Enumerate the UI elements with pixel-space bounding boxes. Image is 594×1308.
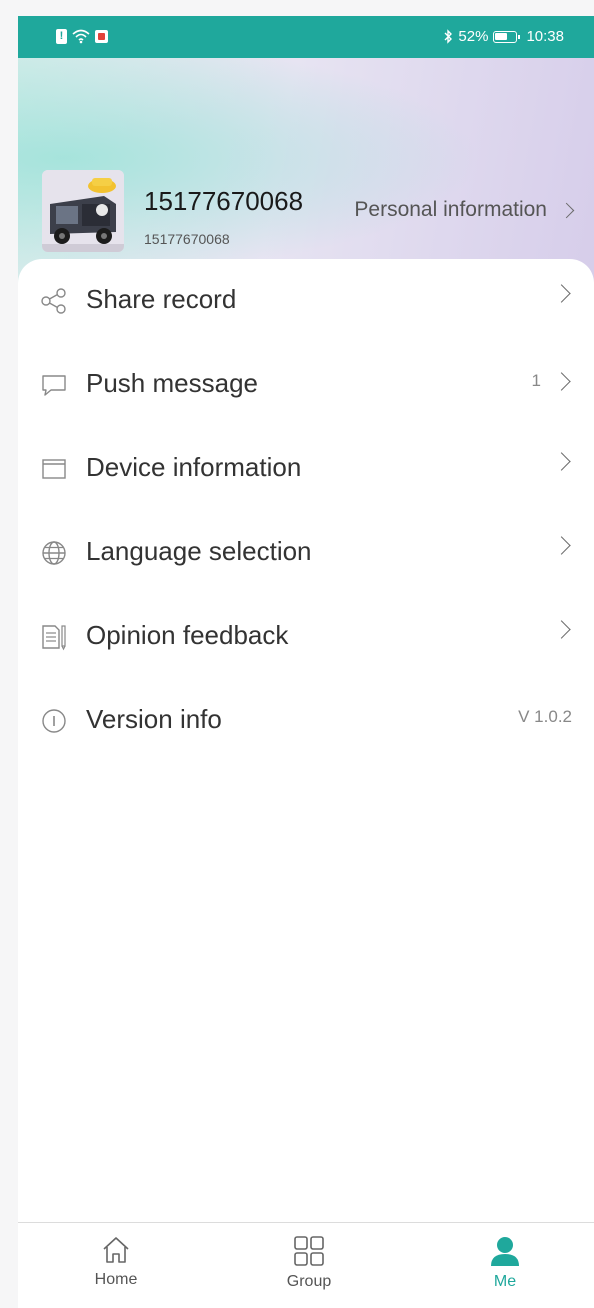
device-icon — [42, 459, 66, 479]
chevron-right-icon — [552, 284, 571, 303]
menu-item-push-message[interactable]: Push message 1 — [18, 343, 594, 427]
grid-icon — [294, 1236, 324, 1266]
avatar[interactable] — [42, 170, 124, 252]
tab-label: Home — [94, 1271, 138, 1288]
menu-item-share-record[interactable]: Share record — [18, 259, 594, 343]
menu-item-right — [552, 620, 572, 639]
battery-percent: 52% — [458, 28, 489, 45]
chevron-right-icon — [552, 620, 571, 639]
menu-item-label: Version info — [86, 704, 222, 734]
menu-item-label: Push message — [86, 368, 258, 398]
personal-information-label: Personal information — [354, 198, 547, 221]
menu-item-device-information[interactable]: Device information — [18, 427, 594, 511]
menu-item-right: V 1.0.2 — [518, 707, 572, 727]
tab-home[interactable]: Home — [56, 1229, 176, 1305]
avatar-image — [42, 170, 124, 252]
status-bar: ! 52% 10:38 — [18, 16, 594, 58]
menu-item-label: Opinion feedback — [86, 620, 289, 650]
message-count-badge: 1 — [531, 371, 541, 390]
bottom-tab-bar: Home Group Me — [18, 1222, 594, 1308]
menu-item-label: Share record — [86, 284, 237, 314]
app-notification-icon — [95, 29, 108, 43]
menu-item-language-selection[interactable]: Language selection — [18, 511, 594, 595]
menu-item-label: Language selection — [86, 536, 312, 566]
profile-subtitle: 15177670068 — [144, 231, 230, 247]
chevron-right-icon — [558, 202, 575, 218]
menu-item-right: 1 — [532, 371, 572, 391]
screen: ! 52% 10:38 15177670068 15177670068 Pers… — [0, 0, 594, 1308]
share-icon — [41, 288, 66, 314]
status-time: 10:38 — [526, 28, 564, 45]
home-icon — [103, 1237, 129, 1263]
status-icons-right: 52% 10:38 — [444, 28, 564, 45]
bluetooth-icon — [444, 29, 453, 44]
tab-label: Me — [493, 1273, 517, 1290]
tab-me[interactable]: Me — [445, 1229, 565, 1305]
menu-item-right — [552, 284, 572, 303]
phone-frame: ! 52% 10:38 15177670068 15177670068 Pers… — [18, 16, 594, 1308]
chevron-right-icon — [552, 452, 571, 471]
menu-item-label: Device information — [86, 452, 302, 482]
menu-item-right — [552, 536, 572, 555]
tab-label: Group — [286, 1273, 332, 1290]
wifi-icon — [72, 29, 90, 44]
chevron-right-icon — [552, 536, 571, 555]
personal-information-link[interactable]: Personal information — [354, 198, 575, 222]
profile-name: 15177670068 — [144, 186, 304, 216]
menu-card: Share record Push message 1 Device infor… — [18, 259, 594, 1239]
person-icon — [491, 1237, 519, 1266]
battery-icon — [493, 30, 521, 43]
menu-item-version-info[interactable]: Version info V 1.0.2 — [18, 679, 594, 763]
message-icon — [42, 375, 66, 396]
status-icons-left: ! — [56, 28, 108, 44]
info-icon — [42, 709, 66, 733]
globe-icon — [42, 541, 66, 565]
tab-group[interactable]: Group — [249, 1229, 369, 1305]
menu-item-opinion-feedback[interactable]: Opinion feedback — [18, 595, 594, 679]
version-value: V 1.0.2 — [518, 707, 572, 726]
feedback-icon — [42, 625, 66, 651]
chevron-right-icon — [552, 371, 571, 391]
menu-item-right — [552, 452, 572, 471]
alert-icon: ! — [56, 28, 67, 44]
